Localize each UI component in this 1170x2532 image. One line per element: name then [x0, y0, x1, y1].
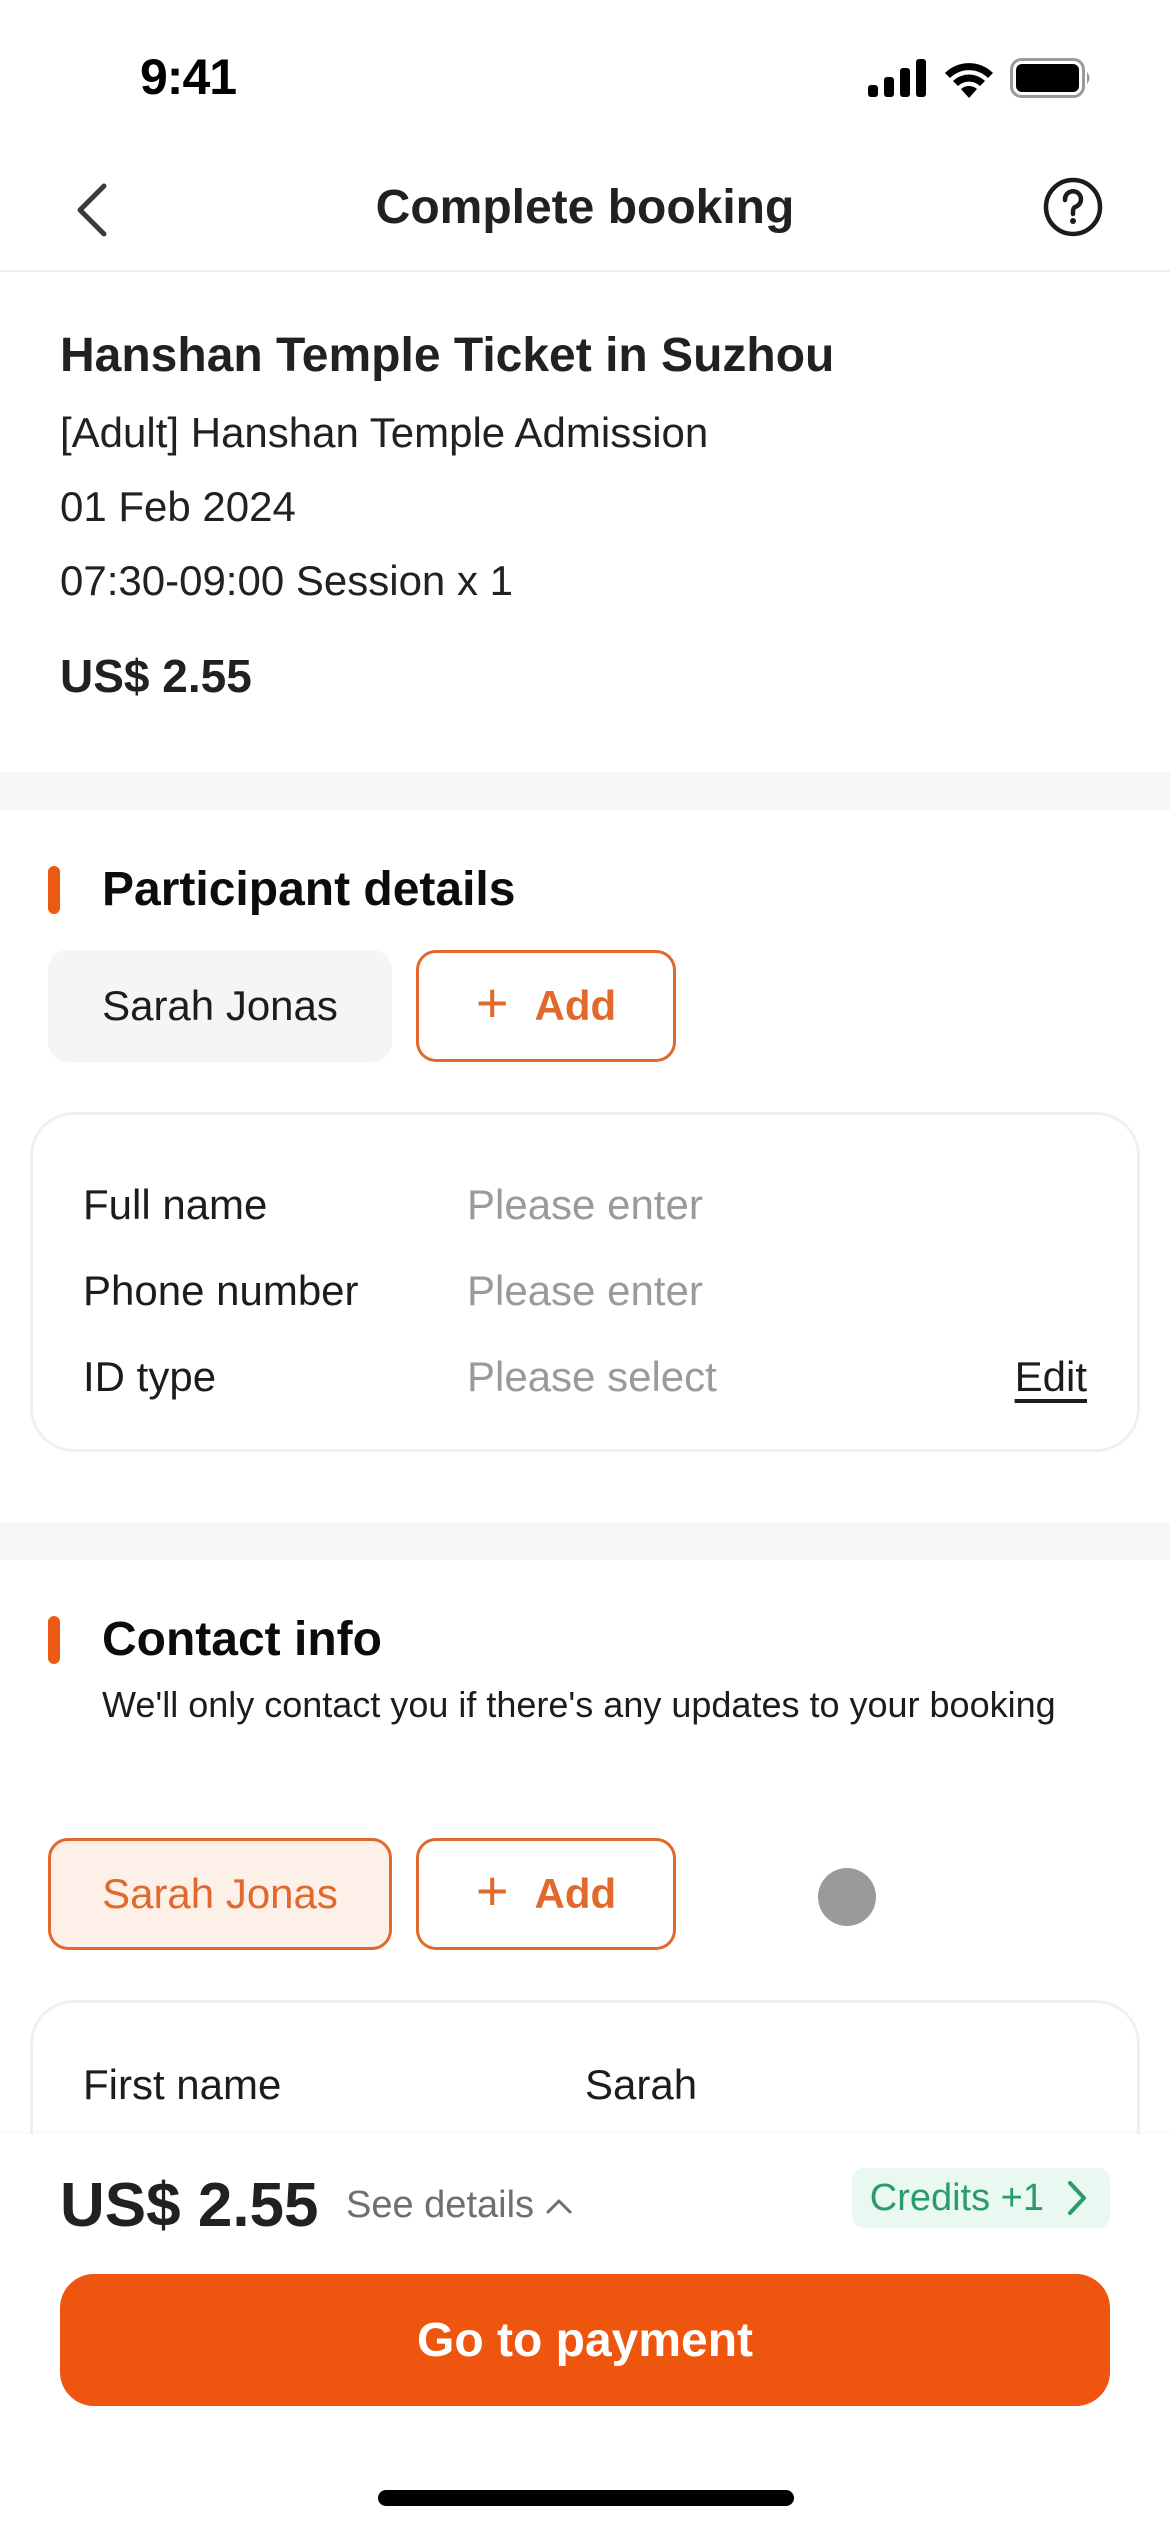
- contact-subtitle: We'll only contact you if there's any up…: [102, 1684, 1056, 1725]
- home-indicator[interactable]: [378, 2490, 794, 2506]
- contact-chip-selected[interactable]: Sarah Jonas: [48, 1838, 392, 1950]
- checkout-bar: US$ 2.55 See details Credits +1 Go to pa…: [0, 2134, 1170, 2532]
- add-participant-label: Add: [534, 982, 617, 1029]
- section-accent-bar: [48, 866, 60, 914]
- product-price: US$ 2.55: [60, 650, 252, 702]
- phone-number-input[interactable]: Please enter: [467, 1267, 1087, 1315]
- status-time: 9:41: [140, 49, 237, 105]
- question-circle-icon: [1043, 177, 1103, 237]
- status-bar: 9:41: [0, 0, 1170, 150]
- first-name-row: First name Sarah: [83, 2055, 1087, 2115]
- edit-participant-link[interactable]: Edit: [1015, 1353, 1087, 1401]
- plus-icon: +: [475, 971, 509, 1034]
- contact-title: Contact info: [102, 1613, 382, 1666]
- section-accent-bar: [48, 1616, 60, 1664]
- touch-indicator: [818, 1868, 876, 1926]
- page-title: Complete booking: [375, 181, 795, 234]
- id-type-select[interactable]: Please select: [467, 1353, 1015, 1401]
- battery-icon: [1010, 58, 1090, 98]
- status-icons: [868, 58, 1092, 98]
- product-title: Hanshan Temple Ticket in Suzhou: [60, 329, 835, 382]
- full-name-label: Full name: [83, 1181, 268, 1228]
- credits-label: Credits +1: [869, 2176, 1044, 2219]
- see-details-toggle[interactable]: See details: [346, 2184, 574, 2227]
- first-name-input[interactable]: Sarah: [585, 2061, 1087, 2109]
- product-date: 01 Feb 2024: [60, 483, 296, 530]
- full-name-row: Full name Please enter: [83, 1175, 1087, 1235]
- nav-bar: Complete booking: [0, 150, 1170, 272]
- chevron-up-icon: [546, 2199, 572, 2213]
- full-name-input[interactable]: Please enter: [467, 1181, 1087, 1229]
- product-session: 07:30-09:00 Session x 1: [60, 557, 513, 604]
- add-contact-button[interactable]: + Add: [416, 1838, 676, 1950]
- chevron-right-icon: [1068, 2181, 1086, 2215]
- credits-badge[interactable]: Credits +1: [851, 2168, 1110, 2228]
- contact-chip-label: Sarah Jonas: [102, 1870, 338, 1917]
- participant-chip-label: Sarah Jonas: [102, 982, 338, 1029]
- signal-icon: [868, 59, 926, 97]
- phone-number-row: Phone number Please enter: [83, 1261, 1087, 1321]
- id-type-row: ID type Please select Edit: [83, 1347, 1087, 1407]
- product-package: [Adult] Hanshan Temple Admission: [60, 409, 709, 456]
- add-contact-label: Add: [534, 1870, 617, 1917]
- help-button[interactable]: [1042, 176, 1104, 238]
- id-type-label: ID type: [83, 1353, 217, 1400]
- first-name-label: First name: [83, 2061, 282, 2108]
- see-details-label: See details: [346, 2184, 535, 2226]
- add-participant-button[interactable]: + Add: [416, 950, 676, 1062]
- section-divider: [0, 772, 1170, 810]
- participant-title: Participant details: [102, 863, 516, 916]
- wifi-icon: [945, 63, 993, 98]
- plus-icon: +: [475, 1859, 509, 1922]
- go-to-payment-button[interactable]: Go to payment: [60, 2274, 1110, 2406]
- section-divider: [0, 1522, 1170, 1560]
- product-summary: Hanshan Temple Ticket in Suzhou [Adult] …: [0, 272, 1170, 772]
- participant-form-card: Full name Please enter Phone number Plea…: [30, 1112, 1140, 1452]
- total-price: US$ 2.55: [60, 2171, 319, 2240]
- participant-chip[interactable]: Sarah Jonas: [48, 950, 392, 1062]
- phone-number-label: Phone number: [83, 1267, 359, 1314]
